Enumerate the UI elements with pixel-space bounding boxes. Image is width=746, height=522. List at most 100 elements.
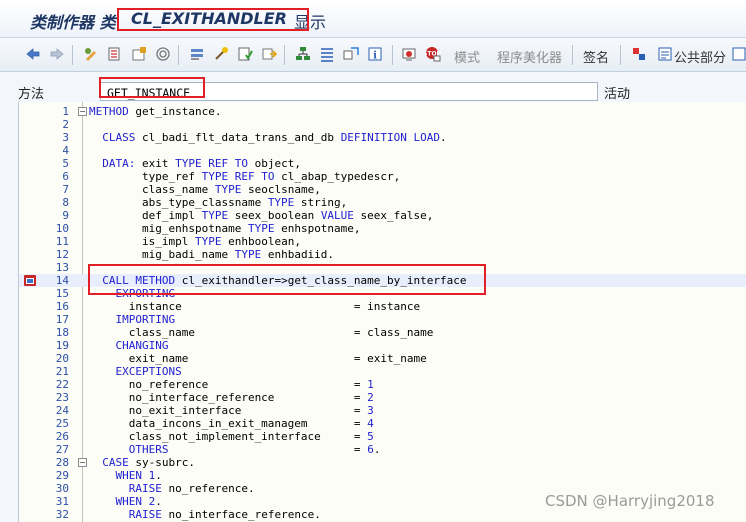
keyword-token: CLASS [102,131,136,144]
code-line[interactable]: 17 IMPORTING [19,313,746,326]
public-section-button[interactable]: 公共部分 [674,47,726,66]
code-line[interactable]: 27 OTHERS = 6. [19,443,746,456]
code-text: OTHERS = 6. [89,443,381,456]
fold-toggle-icon[interactable]: − [78,458,87,467]
code-text: CHANGING [89,339,169,352]
signature-button[interactable]: 签名 [583,47,609,66]
code-text: WHEN 1. [89,469,162,482]
navigate-icon[interactable] [188,45,206,63]
check-icon[interactable] [236,45,254,63]
code-line[interactable]: 26 class_not_implement_interface = 5 [19,430,746,443]
code-line[interactable]: 9 def_impl TYPE seex_boolean VALUE seex_… [19,209,746,222]
line-number: 18 [55,326,69,339]
svg-text:i: i [373,51,377,62]
toggle-edit-icon[interactable] [82,45,100,63]
code-token: get_instance. [128,105,222,118]
line-number: 11 [55,235,69,248]
keyword-token: IMPORTING [115,313,176,326]
display-icon[interactable] [130,45,148,63]
line-number: 7 [62,183,69,196]
code-line[interactable]: 1− METHOD get_instance. [19,105,746,118]
components-icon[interactable] [630,45,648,63]
activate-icon[interactable] [212,45,230,63]
line-number: 1 [62,105,69,118]
code-line[interactable]: 23 no_interface_reference = 2 [19,391,746,404]
keyword-token: CASE [102,456,129,469]
code-text: def_impl TYPE seex_boolean VALUE seex_fa… [89,209,433,222]
code-line[interactable]: 6 type_ref TYPE REF TO cl_abap_typedescr… [19,170,746,183]
code-line[interactable]: 11 is_impl TYPE enhboolean, [19,235,746,248]
line-number: 16 [55,300,69,313]
code-token: abs_type_classname [89,196,268,209]
pattern-button[interactable]: 模式 [454,47,480,66]
method-status: 活动 [604,87,631,102]
keyword-token: TYPE [201,209,229,222]
code-line[interactable]: 2 [19,118,746,131]
line-number: 25 [55,417,69,430]
hierarchy-icon[interactable] [294,45,312,63]
back-icon[interactable] [24,45,42,63]
breakpoint-marker-icon[interactable] [23,274,37,287]
stop-icon[interactable] [400,45,418,63]
breakpoint-icon[interactable]: STOP [424,45,442,63]
code-token: enhbadiid. [261,248,335,261]
code-line[interactable]: 22 no_reference = 1 [19,378,746,391]
line-number: 13 [55,261,69,274]
highlight-call-method [88,264,486,295]
fold-toggle-icon[interactable]: − [78,107,87,116]
code-line[interactable]: 8 abs_type_classname TYPE string, [19,196,746,209]
code-token: type_ref [89,170,202,183]
code-line[interactable]: 20 exit_name = exit_name [19,352,746,365]
code-token: exit_name = exit_name [89,352,427,365]
code-line[interactable]: 19 CHANGING [19,339,746,352]
code-token: cl_abap_typedescr, [274,170,401,183]
test-icon[interactable] [260,45,278,63]
keyword-token: RAISE [128,482,162,495]
code-token: seex_boolean [228,209,321,222]
code-line[interactable]: 3 CLASS cl_badi_flt_data_trans_and_db DE… [19,131,746,144]
code-editor[interactable]: 1− METHOD get_instance. 2 3 CLASS cl_badi_f… [18,102,746,522]
code-line[interactable]: 16 instance = instance [19,300,746,313]
method-label: 方法 [18,87,45,102]
enhance-icon[interactable] [342,45,360,63]
code-text: data_incons_in_exit_managem = 4 [89,417,374,430]
where-used-icon[interactable] [154,45,172,63]
code-line[interactable]: 12 mig_badi_name TYPE enhbadiid. [19,248,746,261]
more-icon[interactable] [730,45,746,63]
keyword-token: CHANGING [115,339,169,352]
code-line[interactable]: 25 data_incons_in_exit_managem = 4 [19,417,746,430]
public-section-icon[interactable] [656,45,674,63]
code-line[interactable]: 10 mig_enhspotname TYPE enhspotname, [19,222,746,235]
code-text: class_name = class_name [89,326,434,339]
line-number: 4 [62,144,69,157]
code-line[interactable]: 5 DATA: exit TYPE REF TO object, [19,157,746,170]
structure-icon[interactable] [318,45,336,63]
forward-icon[interactable] [48,45,66,63]
keyword-token: TYPE [247,222,275,235]
line-number: 28 [55,456,69,469]
keyword-token: 4 [367,417,374,430]
keyword-token: EXCEPTIONS [115,365,182,378]
code-token: . [373,443,381,456]
code-line[interactable]: 24 no_exit_interface = 3 [19,404,746,417]
code-line[interactable]: 28− CASE sy-subrc. [19,456,746,469]
code-token: = [168,443,368,456]
code-token: class_name [89,183,215,196]
code-line[interactable]: 29 WHEN 1. [19,469,746,482]
keyword-token: 1 [367,378,374,391]
code-token: class_name = class_name [89,326,434,339]
code-text: no_reference = 1 [89,378,374,391]
code-line[interactable]: 4 [19,144,746,157]
code-line[interactable]: 7 class_name TYPE seoclsname, [19,183,746,196]
code-token: sy-subrc. [128,456,195,469]
info-icon[interactable]: i [366,45,384,63]
object-list-icon[interactable] [106,45,124,63]
code-line[interactable]: 21 EXCEPTIONS [19,365,746,378]
keyword-token: WHEN [115,469,143,482]
code-line[interactable]: 18 class_name = class_name [19,326,746,339]
pretty-printer-button[interactable]: 程序美化器 [497,47,562,66]
code-token: string, [294,196,348,209]
